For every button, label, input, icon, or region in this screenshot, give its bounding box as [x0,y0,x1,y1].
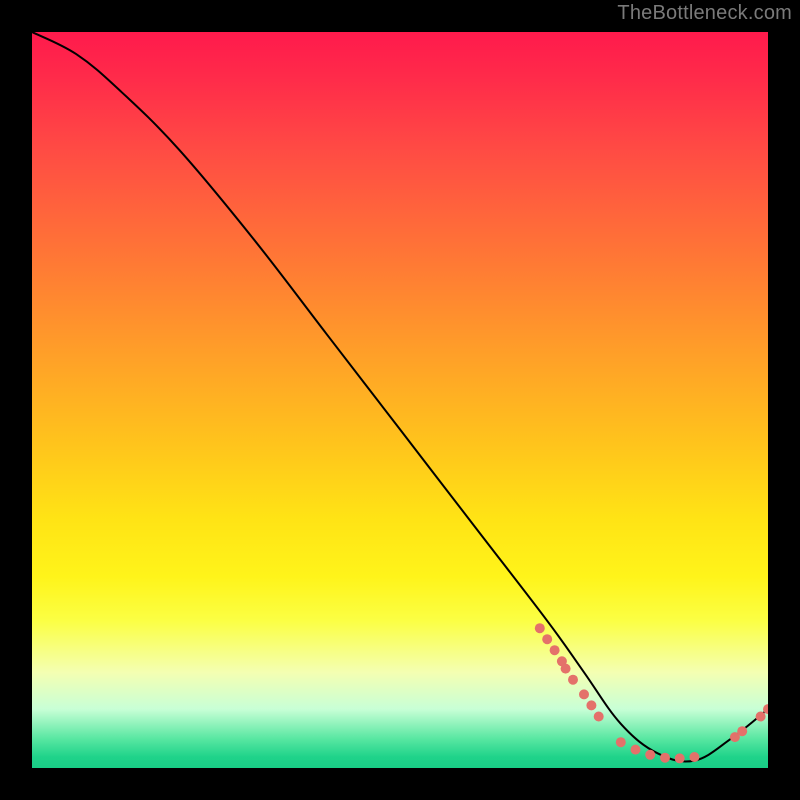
chart-marker-dot [535,623,545,633]
chart-marker-dot [645,750,655,760]
watermark-text: TheBottleneck.com [617,2,792,25]
chart-background-gradient [32,32,768,768]
chart-marker-dot [586,700,596,710]
chart-marker-dot [756,712,766,722]
chart-marker-dot [542,634,552,644]
chart-marker-dot [631,745,641,755]
chart-marker-dot [675,753,685,763]
chart-svg [32,32,768,768]
chart-markers [535,623,768,763]
chart-marker-dot [660,753,670,763]
chart-marker-dot [689,752,699,762]
chart-marker-dot [594,712,604,722]
chart-curve [32,32,768,762]
chart-marker-dot [568,675,578,685]
chart-marker-dot [579,689,589,699]
chart-marker-dot [737,726,747,736]
chart-marker-dot [616,737,626,747]
chart-marker-dot [550,645,560,655]
chart-marker-dot [561,664,571,674]
